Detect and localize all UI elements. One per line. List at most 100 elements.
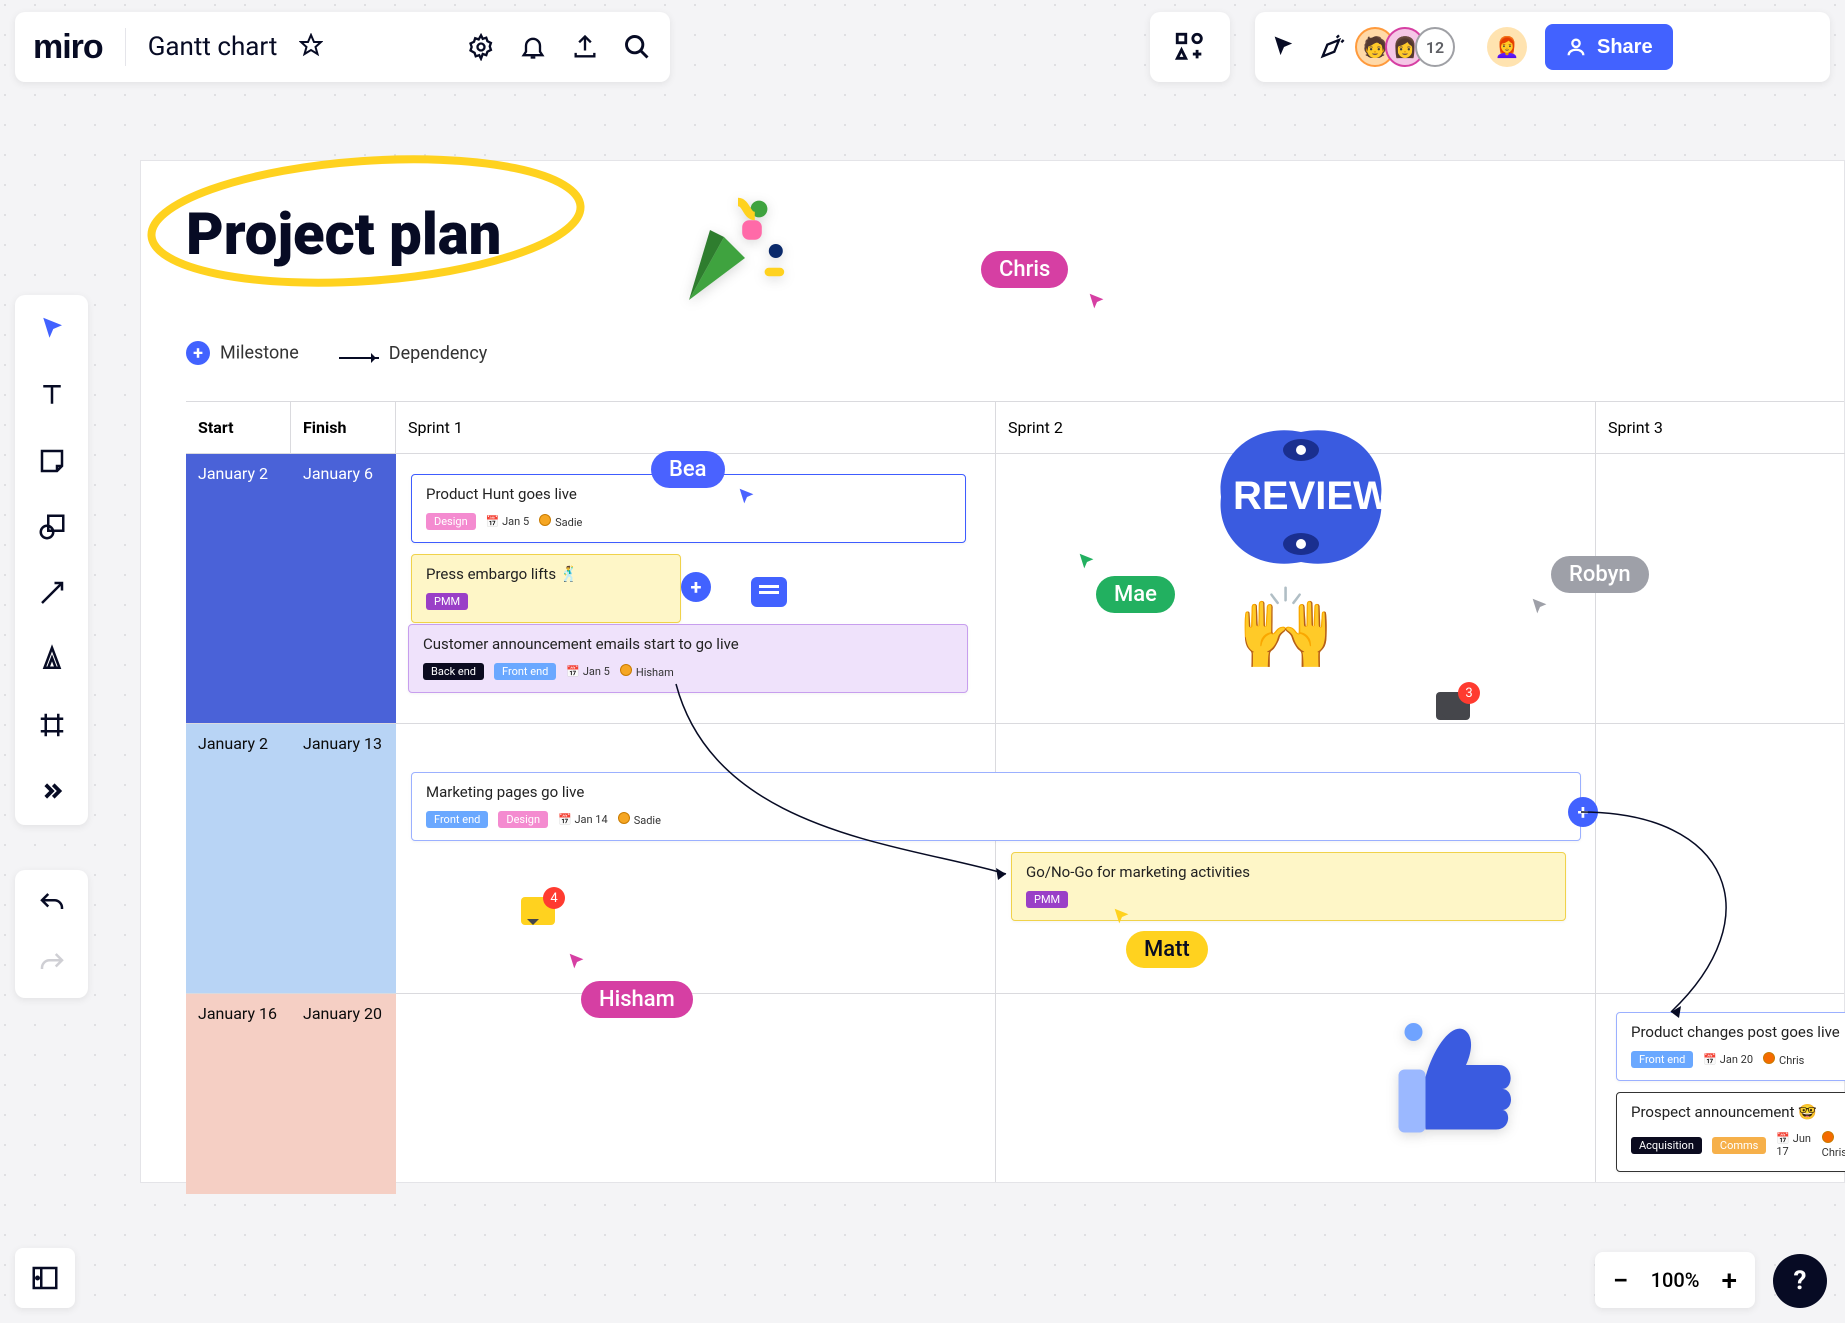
undo-panel	[15, 870, 88, 998]
text-tool[interactable]	[32, 375, 72, 415]
tool-panel	[15, 295, 88, 825]
project-plan-title[interactable]: Project plan	[186, 201, 501, 269]
collaborator-avatars[interactable]: 🧑 👩 12	[1365, 27, 1455, 67]
star-icon[interactable]	[299, 33, 323, 61]
arrow-tool[interactable]	[32, 573, 72, 613]
comment-thread[interactable]: 4	[521, 897, 555, 925]
task-title: Go/No-Go for marketing activities	[1026, 863, 1551, 881]
sticky-tool[interactable]	[32, 441, 72, 481]
task-date: 📅 Jan 20	[1703, 1053, 1753, 1066]
row3-start: January 16	[186, 1004, 277, 1023]
pen-tool[interactable]	[32, 639, 72, 679]
reactions-icon[interactable]	[1317, 32, 1347, 62]
cursor-robyn: Robyn	[1551, 556, 1649, 593]
topbar-right: 🧑 👩 12 👩‍🦰 Share	[1255, 12, 1830, 82]
review-label: REVIEW	[1233, 474, 1391, 519]
row2-finish: January 13	[291, 734, 382, 753]
undo-button[interactable]	[32, 884, 72, 924]
col-finish: Finish	[291, 402, 396, 454]
tag: PMM	[426, 593, 468, 610]
search-icon[interactable]	[622, 32, 652, 62]
dependency-arrow	[1581, 797, 1845, 1037]
cursor-chris: Chris	[981, 251, 1068, 288]
avatar-overflow[interactable]: 12	[1415, 27, 1455, 67]
select-tool[interactable]	[32, 309, 72, 349]
task-card[interactable]: Customer announcement emails start to go…	[408, 624, 968, 693]
row1-start: January 2	[186, 464, 268, 483]
frames-panel-button[interactable]	[15, 1248, 75, 1308]
zoom-level[interactable]: 100%	[1651, 1268, 1700, 1292]
task-assignee: Chris	[1822, 1131, 1845, 1159]
legend-dependency: Dependency	[339, 343, 488, 364]
tag: Front end	[494, 663, 556, 680]
board-canvas[interactable]: Project plan +Milestone Dependency Start…	[140, 160, 1845, 1183]
add-milestone-button[interactable]: +	[681, 572, 711, 602]
tag: Comms	[1712, 1137, 1766, 1154]
task-assignee: Hisham	[620, 664, 674, 679]
bell-icon[interactable]	[518, 32, 548, 62]
cursor-mae: Mae	[1096, 576, 1175, 613]
task-date: 📅 Jan 14	[558, 813, 608, 826]
zoom-out-button[interactable]: −	[1613, 1264, 1629, 1297]
share-label: Share	[1597, 36, 1653, 59]
zoom-in-button[interactable]: +	[1721, 1264, 1737, 1297]
task-title: Press embargo lifts 🕺	[426, 565, 666, 583]
task-date: 📅 Jan 5	[566, 665, 609, 678]
comment-thread[interactable]: 3	[1436, 692, 1470, 720]
thumbs-up-sticker[interactable]	[1376, 1002, 1526, 1156]
redo-button[interactable]	[32, 944, 72, 984]
shape-tool[interactable]	[32, 507, 72, 547]
comment-icon[interactable]	[751, 577, 787, 607]
comment-count: 4	[543, 887, 565, 909]
task-card[interactable]: Go/No-Go for marketing activities PMM	[1011, 852, 1566, 921]
frame-tool[interactable]	[32, 705, 72, 745]
board-title[interactable]: Gantt chart	[148, 32, 278, 62]
cursor-hisham: Hisham	[581, 981, 693, 1018]
apps-button[interactable]	[1150, 12, 1230, 82]
arrow-icon	[339, 357, 379, 359]
self-avatar[interactable]: 👩‍🦰	[1487, 27, 1527, 67]
review-sticker[interactable]: REVIEW	[1211, 422, 1391, 582]
tag: Front end	[1631, 1051, 1693, 1068]
dependency-arrow	[656, 684, 1056, 884]
divider	[125, 28, 126, 66]
help-button[interactable]: ?	[1773, 1254, 1827, 1308]
tag: Acquisition	[1631, 1137, 1702, 1154]
task-assignee: Sadie	[618, 812, 661, 827]
task-date: 📅 Jun 17	[1776, 1132, 1811, 1158]
cursor-bea: Bea	[651, 451, 725, 488]
row1-finish: January 6	[291, 464, 373, 483]
plus-icon: +	[186, 341, 210, 365]
zoom-panel: − 100% +	[1595, 1252, 1755, 1308]
tag: Front end	[426, 811, 488, 828]
task-title: Customer announcement emails start to go…	[423, 635, 953, 653]
comment-count: 3	[1458, 682, 1480, 704]
settings-icon[interactable]	[466, 32, 496, 62]
task-title: Prospect announcement 🤓	[1631, 1103, 1845, 1121]
task-card[interactable]: Prospect announcement 🤓 Acquisition Comm…	[1616, 1092, 1845, 1172]
export-icon[interactable]	[570, 32, 600, 62]
task-assignee: Chris	[1763, 1052, 1804, 1067]
tag: Back end	[423, 663, 484, 680]
cursor-matt: Matt	[1126, 931, 1208, 968]
logo[interactable]: miro	[33, 28, 103, 67]
row2-start: January 2	[186, 734, 268, 753]
col-start: Start	[186, 402, 291, 454]
more-tools[interactable]	[32, 771, 72, 811]
hands-sticker[interactable]: 🙌	[1236, 582, 1336, 676]
col-sprint1: Sprint 1	[396, 402, 996, 454]
task-assignee: Sadie	[539, 514, 582, 529]
share-button[interactable]: Share	[1545, 24, 1673, 70]
tag: Design	[426, 513, 476, 530]
tag: PMM	[1026, 891, 1068, 908]
row3-finish: January 20	[291, 1004, 382, 1023]
party-popper-sticker[interactable]	[661, 181, 801, 325]
topbar-left: miro Gantt chart	[15, 12, 670, 82]
tag: Design	[498, 811, 548, 828]
cursor-mode-icon[interactable]	[1269, 32, 1299, 62]
task-card[interactable]: Press embargo lifts 🕺 PMM	[411, 554, 681, 623]
gantt-chart[interactable]: Start Finish Sprint 1 Sprint 2 Sprint 3 …	[186, 401, 1844, 1182]
legend-milestone: +Milestone	[186, 341, 299, 365]
legend: +Milestone Dependency	[186, 341, 487, 365]
col-sprint3: Sprint 3	[1596, 402, 1845, 454]
